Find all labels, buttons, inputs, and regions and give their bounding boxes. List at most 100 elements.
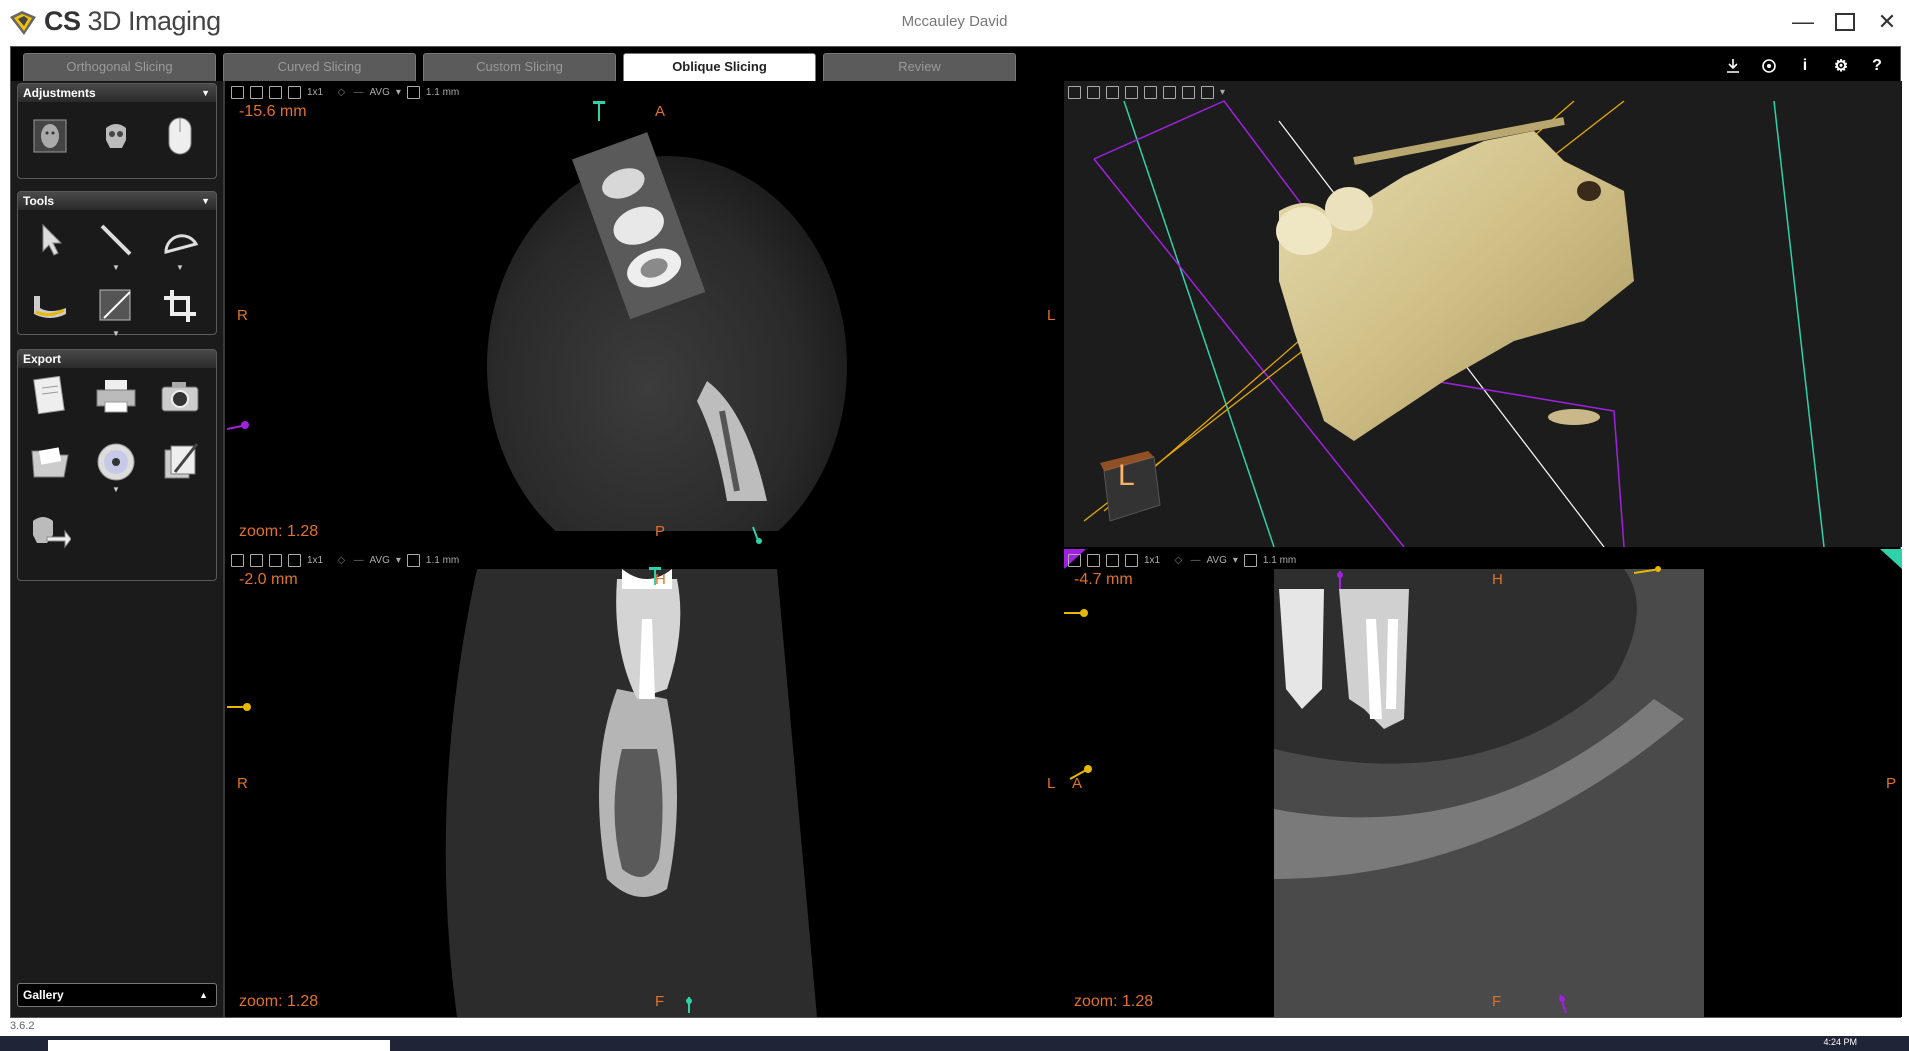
slice-plane-icon[interactable] xyxy=(1125,85,1138,99)
maximize-icon[interactable] xyxy=(1831,8,1859,36)
minimize-icon[interactable]: — xyxy=(1789,8,1817,36)
camera-icon[interactable] xyxy=(158,374,202,418)
version-label: 3.6.2 xyxy=(10,1020,35,1032)
tab-curved-slicing[interactable]: Curved Slicing xyxy=(223,53,416,81)
slice-handle-yellow[interactable] xyxy=(1064,605,1090,621)
adjustments-header[interactable]: Adjustments ▼ xyxy=(18,84,216,102)
orientation-top: H xyxy=(655,571,666,588)
fit-view-icon[interactable] xyxy=(250,553,263,567)
render-mode-dropdown[interactable]: AVG xyxy=(1207,555,1227,566)
render-mode-dropdown[interactable]: AVG xyxy=(370,555,390,566)
close-icon[interactable]: ✕ xyxy=(1873,8,1901,36)
fit-view-icon[interactable] xyxy=(1087,553,1100,567)
save-icon[interactable] xyxy=(1068,553,1081,567)
tab-custom-slicing[interactable]: Custom Slicing xyxy=(423,53,616,81)
viewport-toolbar: 1x1 ◇ — AVG ▾ 1.1 mm xyxy=(231,83,459,101)
report-document-icon[interactable] xyxy=(28,374,72,418)
viewport-3d[interactable]: ▾ L xyxy=(1064,81,1902,547)
printer-icon[interactable] xyxy=(94,374,138,418)
slice-plane-icon[interactable] xyxy=(1201,85,1214,99)
info-icon[interactable]: i xyxy=(1796,57,1814,75)
fit-view-icon[interactable] xyxy=(250,85,263,99)
download-icon[interactable] xyxy=(1724,57,1742,75)
submenu-arrow-icon[interactable]: ▼ xyxy=(112,485,120,494)
slice-plane-icon[interactable] xyxy=(1163,85,1176,99)
submenu-arrow-icon[interactable]: ▼ xyxy=(112,329,120,338)
export-header[interactable]: Export xyxy=(18,350,216,368)
screenshot-icon[interactable] xyxy=(269,85,282,99)
edit-documents-icon[interactable] xyxy=(158,440,202,484)
viewport-coronal[interactable]: 1x1 ◇ — AVG ▾ 1.1 mm -2.0 mm H R L F zoom… xyxy=(227,549,1062,1017)
screenshot-icon[interactable] xyxy=(1106,85,1119,99)
layout-label[interactable]: 1x1 xyxy=(1144,555,1160,566)
sagittal-slice-image xyxy=(1064,549,1902,1017)
adjustments-panel: Adjustments ▼ xyxy=(17,83,217,179)
slice-handle-cyan[interactable] xyxy=(749,525,765,545)
render-mode-dropdown[interactable]: AVG xyxy=(370,87,390,98)
tab-review[interactable]: Review xyxy=(823,53,1016,81)
screenshot-icon[interactable] xyxy=(269,553,282,567)
collapse-arrow-icon[interactable]: ▼ xyxy=(201,192,210,210)
checkbox-icon[interactable] xyxy=(1125,553,1138,567)
skull-icon[interactable] xyxy=(94,114,138,158)
save-icon[interactable] xyxy=(231,85,244,99)
slice-plane-icon[interactable] xyxy=(1182,85,1195,99)
slab-icon[interactable] xyxy=(406,85,420,99)
layout-label[interactable]: 1x1 xyxy=(307,555,323,566)
fit-view-icon[interactable] xyxy=(1087,85,1100,99)
orientation-right: P xyxy=(1886,775,1897,792)
layout-label[interactable]: 1x1 xyxy=(307,87,323,98)
folder-icon[interactable] xyxy=(28,440,72,484)
orientation-cube-label[interactable]: L xyxy=(1118,459,1135,493)
slab-icon[interactable] xyxy=(1243,553,1257,567)
slab-thickness[interactable]: 1.1 mm xyxy=(426,87,459,98)
checkbox-icon[interactable] xyxy=(288,553,301,567)
slab-thickness[interactable]: 1.1 mm xyxy=(426,555,459,566)
submenu-arrow-icon[interactable]: ▼ xyxy=(176,263,184,272)
tab-orthogonal-slicing[interactable]: Orthogonal Slicing xyxy=(23,53,216,81)
orientation-left: A xyxy=(1072,775,1083,792)
collapse-arrow-icon[interactable]: ▼ xyxy=(201,84,210,102)
viewport-sagittal[interactable]: 1x1 ◇ — AVG ▾ 1.1 mm -4.7 mm H A P F zoom… xyxy=(1064,549,1902,1017)
viewport-toolbar: ▾ xyxy=(1068,83,1225,101)
disc-burn-icon[interactable]: ▼ xyxy=(94,440,138,494)
submenu-arrow-icon[interactable]: ▼ xyxy=(112,263,120,272)
slice-handle-yellow[interactable] xyxy=(1634,565,1664,577)
checkbox-icon[interactable] xyxy=(288,85,301,99)
crop-icon[interactable] xyxy=(158,284,202,328)
save-icon[interactable] xyxy=(231,553,244,567)
orientation-bottom: P xyxy=(655,523,666,540)
pointer-arrow-icon[interactable] xyxy=(30,218,74,262)
mouse-icon[interactable] xyxy=(158,114,202,158)
screenshot-icon[interactable] xyxy=(1106,553,1119,567)
tab-strip: Orthogonal Slicing Curved Slicing Custom… xyxy=(11,47,1900,81)
export-skull-arrow-icon[interactable] xyxy=(28,510,72,554)
zoom-level: zoom: 1.28 xyxy=(1074,993,1154,1010)
taskbar-search-box[interactable] xyxy=(48,1040,390,1051)
jaw-nerve-icon[interactable] xyxy=(28,284,72,328)
ruler-measure-icon[interactable]: ▼ xyxy=(94,218,138,272)
viewport-axial[interactable]: 1x1 ◇ — AVG ▾ 1.1 mm -15.6 mm A R L P zo… xyxy=(227,81,1062,547)
expand-arrow-icon[interactable]: ▲ xyxy=(199,984,208,1006)
slice-handle-cyan[interactable] xyxy=(591,101,607,123)
face-photo-icon[interactable] xyxy=(28,114,72,158)
slice-handle-purple[interactable] xyxy=(1556,993,1572,1015)
zoom-level: zoom: 1.28 xyxy=(239,993,319,1010)
target-icon[interactable] xyxy=(1760,57,1778,75)
settings-gear-icon[interactable]: ⚙ xyxy=(1832,57,1850,75)
help-icon[interactable]: ? xyxy=(1868,57,1886,75)
slice-handle-cyan[interactable] xyxy=(681,995,697,1015)
slice-handle-purple[interactable] xyxy=(227,419,251,435)
angle-protractor-icon[interactable]: ▼ xyxy=(158,218,202,272)
gallery-dropdown[interactable]: Gallery ▲ xyxy=(17,983,217,1007)
slab-thickness[interactable]: 1.1 mm xyxy=(1263,555,1296,566)
slab-icon[interactable] xyxy=(406,553,420,567)
tab-oblique-slicing[interactable]: Oblique Slicing xyxy=(623,53,816,81)
orientation-bottom: F xyxy=(1492,993,1502,1010)
save-icon[interactable] xyxy=(1068,85,1081,99)
tools-header[interactable]: Tools ▼ xyxy=(18,192,216,210)
slice-handle-yellow[interactable] xyxy=(227,699,253,715)
slice-handle-purple[interactable] xyxy=(1332,569,1348,591)
image-annotation-icon[interactable]: ▼ xyxy=(94,284,138,338)
slice-plane-icon[interactable] xyxy=(1144,85,1157,99)
